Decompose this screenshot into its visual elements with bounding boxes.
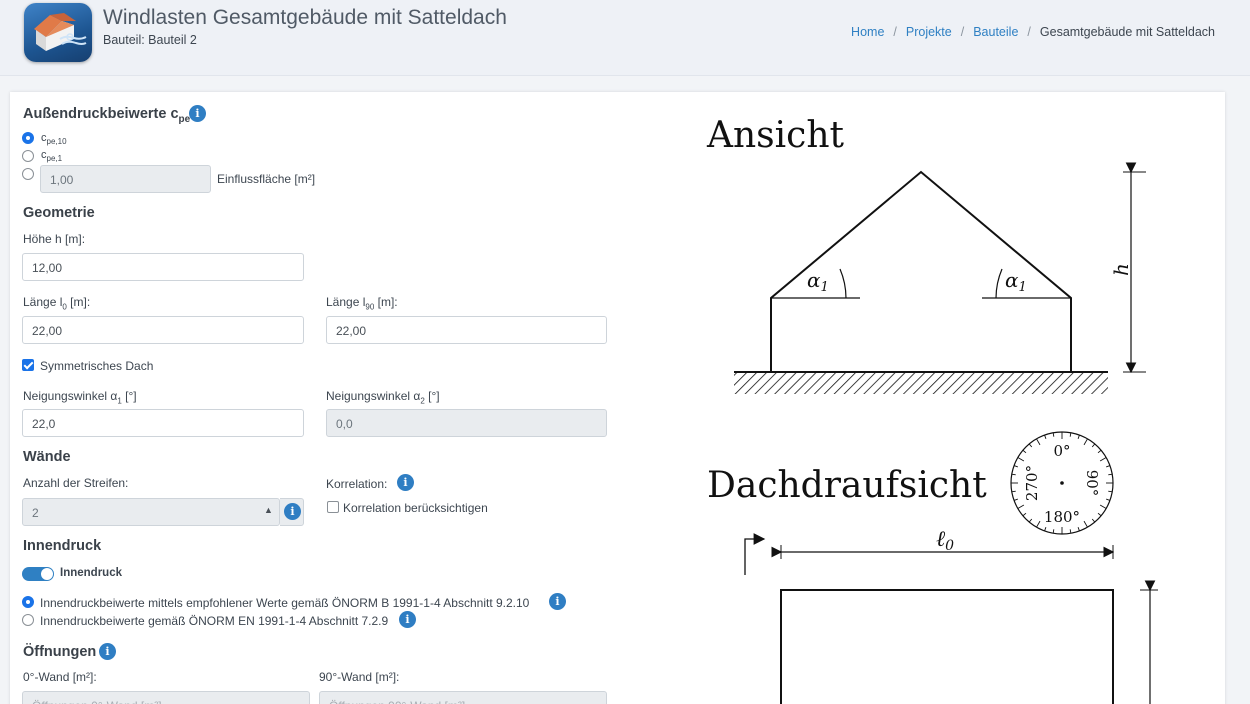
angle-arc-right [995, 268, 1003, 299]
breadcrumb-separator: / [1027, 25, 1031, 39]
hoehe-label: Höhe h [m]: [23, 232, 86, 246]
l90-label-pre: Länge l [326, 295, 366, 309]
a1-label-post: [°] [121, 389, 137, 403]
symmetrisches-dach-checkbox[interactable] [22, 359, 34, 371]
einflussflaeche-input[interactable]: 1,00 [40, 165, 211, 193]
l90-label-post: [m]: [374, 295, 398, 309]
cpe-info-icon[interactable]: i [189, 105, 206, 122]
breadcrumb: Home / Projekte / Bauteile / Gesamtgebäu… [851, 25, 1215, 39]
cpe-title-text: Außendruckbeiwerte c [23, 106, 179, 122]
neigungswinkel-a2-input[interactable]: 0,0 [326, 409, 607, 437]
ansicht-title: Ansicht [706, 115, 845, 156]
radio-innendruck-en[interactable] [22, 614, 34, 626]
laenge-l0-label: Länge l0 [m]: [23, 295, 90, 311]
wand90-input[interactable]: Öffnungen 90°-Wand [m²] [319, 691, 607, 704]
main-card: Außendruckbeiwerte cpe i cpe,10 cpe,1 1,… [10, 92, 1225, 704]
radio-cpe10-label: cpe,10 [41, 132, 67, 146]
height-label: h [1109, 263, 1133, 276]
alpha1-right: α1 [1005, 268, 1027, 295]
house-wind-icon [34, 13, 87, 51]
ground-hatch [734, 372, 1108, 394]
breadcrumb-separator: / [960, 25, 965, 39]
page-subtitle: Bauteil: Bauteil 2 [103, 33, 197, 47]
symmetrisches-dach-label: Symmetrisches Dach [40, 359, 154, 373]
innendruck-empfohlen-label: Innendruckbeiwerte mittels empfohlener W… [40, 596, 530, 610]
app-logo [24, 3, 92, 62]
streifen-info-icon[interactable]: i [284, 503, 301, 520]
innendruck-toggle[interactable] [22, 567, 54, 581]
l0-dimension-label: ℓ0 [936, 527, 954, 554]
section-title-cpe: Außendruckbeiwerte cpe [23, 106, 190, 125]
a2-label-pre: Neigungswinkel α [326, 389, 421, 403]
einflussflaeche-label: Einflussfläche [m²] [217, 172, 316, 186]
innendruck-toggle-label: Innendruck [60, 567, 122, 579]
neigungswinkel-a2-label: Neigungswinkel α2 [°] [326, 389, 440, 405]
alpha1-left: α1 [807, 268, 829, 295]
breadcrumb-home[interactable]: Home [851, 25, 884, 39]
breadcrumb-bauteile[interactable]: Bauteile [973, 25, 1018, 39]
radio-cpe1[interactable] [22, 150, 34, 162]
radio-einflussflaeche[interactable] [22, 168, 34, 180]
wand0-label: 0°-Wand [m²]: [23, 670, 97, 684]
roof-plan-outline [780, 589, 1114, 704]
korrelation-label: Korrelation: [326, 477, 388, 491]
section-title-oeffnungen: Öffnungen [23, 644, 97, 660]
building-drawing: Ansicht α1 α1 h Dachdraufsicht 0° 180° 9… [706, 115, 1158, 704]
section-marker [744, 533, 766, 575]
angle-arc-left [839, 268, 847, 299]
section-title-geometrie: Geometrie [23, 205, 95, 221]
a2-label-post: [°] [424, 389, 440, 403]
innendruck-empfohlen-info-icon[interactable]: i [549, 593, 566, 610]
oeffnungen-info-icon[interactable]: i [99, 643, 116, 660]
section-title-waende: Wände [23, 449, 71, 465]
a1-label-pre: Neigungswinkel α [23, 389, 118, 403]
korrelation-info-icon[interactable]: i [397, 474, 414, 491]
neigungswinkel-a1-input[interactable]: 22,0 [22, 409, 304, 437]
radio-innendruck-empfohlen[interactable] [22, 596, 34, 608]
compass-dial: 0° 180° 90° 270° [1010, 431, 1114, 535]
innendruck-en-info-icon[interactable]: i [399, 611, 416, 628]
wand0-input[interactable]: Öffnungen 0°-Wand [m²] [22, 691, 310, 704]
compass-label-270: 270° [1023, 465, 1041, 501]
page-title: Windlasten Gesamtgebäude mit Satteldach [103, 6, 507, 29]
l90-label-sub: 90 [365, 302, 375, 312]
compass-label-180: 180° [1044, 508, 1080, 526]
radio-cpe10[interactable] [22, 132, 34, 144]
neigungswinkel-a1-label: Neigungswinkel α1 [°] [23, 389, 137, 405]
cpe1-sub: pe,1 [46, 154, 63, 164]
select-updown-icon: ▲ [264, 505, 273, 515]
l0-label-post: [m]: [66, 295, 91, 309]
laenge-l0-input[interactable]: 22,00 [22, 316, 304, 344]
breadcrumb-current: Gesamtgebäude mit Satteldach [1039, 25, 1215, 39]
wand90-label: 90°-Wand [m²]: [319, 670, 400, 684]
innendruck-en-label: Innendruckbeiwerte gemäß ÖNORM EN 1991-1… [40, 614, 389, 628]
compass-label-0: 0° [1053, 442, 1070, 460]
breadcrumb-projekte[interactable]: Projekte [906, 25, 952, 39]
korrelation-checkbox-label: Korrelation berücksichtigen [343, 501, 488, 515]
laenge-l90-label: Länge l90 [m]: [326, 295, 398, 311]
draufsicht-title: Dachdraufsicht [707, 465, 987, 506]
page-header: Windlasten Gesamtgebäude mit Satteldach … [0, 0, 1250, 76]
streifen-label: Anzahl der Streifen: [23, 476, 129, 490]
section-title-innendruck: Innendruck [23, 538, 102, 554]
streifen-select[interactable]: 2 [22, 498, 280, 526]
compass-label-90: 90° [1083, 470, 1101, 497]
hoehe-input[interactable]: 12,00 [22, 253, 304, 281]
l0-label-pre: Länge l [23, 295, 63, 309]
cpe10-sub: pe,10 [46, 137, 67, 147]
breadcrumb-separator: / [893, 25, 897, 39]
laenge-l90-input[interactable]: 22,00 [326, 316, 607, 344]
korrelation-checkbox[interactable] [327, 501, 339, 513]
radio-cpe1-label: cpe,1 [41, 149, 62, 163]
